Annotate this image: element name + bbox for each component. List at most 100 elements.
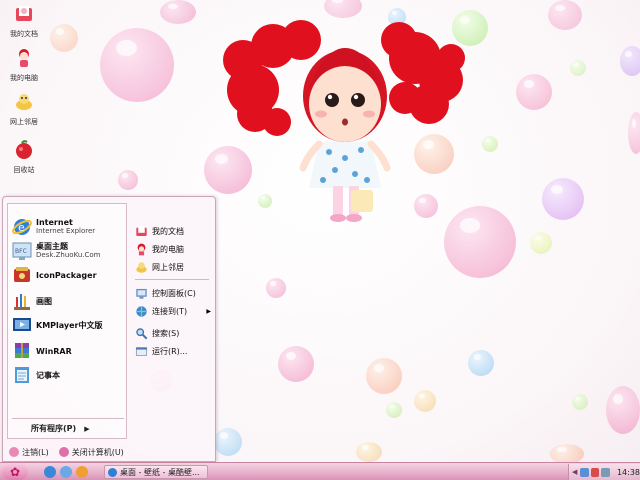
- start-menu-pinned-programs: e Internet Internet Explorer BFC 桌面主题 Desk…: [7, 203, 127, 439]
- bubble: [570, 60, 586, 76]
- desktop-icon-my-documents[interactable]: 我的文档: [2, 4, 46, 39]
- shutdown-label: 关闭计算机(U): [71, 447, 124, 457]
- divider: [135, 279, 209, 280]
- security-tray-icon[interactable]: [590, 467, 600, 477]
- desktop-icon-label: 网上邻居: [10, 118, 38, 126]
- arrow-right-icon: ▶: [206, 307, 211, 315]
- doll-illustration: [223, 20, 465, 222]
- logoff-icon: [9, 447, 19, 457]
- clock[interactable]: 14:38: [617, 468, 640, 477]
- desktop-theme-icon: BFC: [12, 242, 32, 260]
- menu-item-my-documents[interactable]: 我的文档: [135, 223, 213, 239]
- bubble: [628, 112, 640, 154]
- system-tray: ◀ 14:38: [568, 464, 640, 480]
- bubble: [414, 390, 436, 412]
- menu-item-network-places[interactable]: 网上邻居: [135, 259, 213, 275]
- media-player-icon[interactable]: [76, 466, 88, 478]
- logoff-label: 注销(L): [22, 447, 49, 457]
- start-menu-places: 我的文档 我的电脑 网上邻居 控制面板(C) 连接到(T) ▶ 搜索(S) 运行…: [131, 203, 213, 439]
- menu-item-label: 我的文档: [152, 226, 184, 236]
- search-icon: [136, 327, 148, 339]
- menu-item-title: 画图: [36, 296, 52, 306]
- bubble: [482, 136, 498, 152]
- bubble: [620, 46, 640, 76]
- notepad-icon: [15, 367, 29, 383]
- menu-item-subtitle: Internet Explorer: [36, 227, 96, 235]
- start-button[interactable]: ✿: [2, 464, 28, 480]
- volume-tray-icon[interactable]: [601, 467, 610, 477]
- internet-explorer-icon[interactable]: [44, 466, 56, 478]
- menu-item-control-panel[interactable]: 控制面板(C): [135, 285, 213, 301]
- bubble: [548, 0, 582, 30]
- bubble: [516, 74, 552, 110]
- menu-item-title: Internet: [36, 218, 73, 227]
- network-places-icon: [16, 94, 32, 110]
- power-icon: [58, 447, 69, 457]
- bubble: [100, 28, 174, 102]
- my-documents-icon: [136, 225, 147, 236]
- my-documents-icon: [16, 6, 32, 21]
- logoff-button[interactable]: 注销(L): [9, 447, 49, 458]
- bubble: [160, 0, 196, 24]
- menu-item-winrar[interactable]: WinRAR: [12, 340, 72, 362]
- recycle-bin-icon: [16, 140, 32, 159]
- menu-item-label: 搜索(S): [152, 328, 180, 338]
- taskbar: ✿ 桌面 - 壁纸 - 桌酷壁... ◀ 14:38: [0, 462, 640, 480]
- menu-item-title: IconPackager: [36, 270, 97, 280]
- bubble: [572, 394, 588, 410]
- bubble: [324, 0, 362, 18]
- all-programs-button[interactable]: 所有程序(P) ▶: [31, 423, 90, 434]
- bubble: [50, 24, 78, 52]
- internet-explorer-icon: [108, 467, 117, 477]
- menu-item-notepad[interactable]: 记事本: [12, 364, 60, 386]
- bubble: [278, 346, 314, 382]
- shutdown-button[interactable]: 关闭计算机(U): [58, 447, 124, 458]
- menu-item-iconpackager[interactable]: IconPackager: [12, 264, 97, 286]
- bubble: [356, 442, 382, 462]
- menu-item-search[interactable]: 搜索(S): [135, 325, 213, 341]
- desktop-icon-network-places[interactable]: 网上邻居: [2, 92, 46, 127]
- svg-text:BFC: BFC: [15, 248, 27, 255]
- network-tray-icon[interactable]: [580, 467, 589, 477]
- my-computer-icon: [19, 49, 29, 67]
- menu-item-title: 记事本: [36, 370, 60, 380]
- desktop-icon-recycle-bin[interactable]: 回收站: [2, 140, 46, 175]
- chevron-left-icon[interactable]: ◀: [572, 468, 577, 476]
- menu-item-title: KMPlayer中文版: [36, 320, 103, 330]
- bubble: [468, 350, 494, 376]
- connect-to-icon: [136, 305, 147, 317]
- my-computer-icon: [137, 243, 146, 255]
- taskbar-window-label: 桌面 - 壁纸 - 桌酷壁...: [120, 467, 200, 477]
- arrow-right-icon: ▶: [84, 424, 90, 433]
- menu-item-kmplayer[interactable]: KMPlayer中文版: [12, 314, 103, 336]
- start-menu: e Internet Internet Explorer BFC 桌面主题 Desk…: [2, 196, 216, 462]
- menu-item-internet-explorer[interactable]: e Internet Internet Explorer: [12, 216, 95, 238]
- taskbar-window-button[interactable]: 桌面 - 壁纸 - 桌酷壁...: [104, 465, 208, 479]
- divider: [12, 418, 124, 419]
- flower-icon: ✿: [9, 465, 21, 479]
- bubble: [606, 386, 640, 434]
- desktop-icon-my-computer[interactable]: 我的电脑: [2, 48, 46, 83]
- internet-explorer-icon: e: [12, 219, 32, 235]
- desktop-icon-label: 我的电脑: [10, 74, 38, 82]
- menu-item-paint[interactable]: 画图: [12, 290, 52, 312]
- paint-icon: [14, 294, 30, 310]
- bubble: [118, 170, 138, 190]
- menu-item-label: 我的电脑: [152, 244, 184, 254]
- menu-item-connect-to[interactable]: 连接到(T) ▶: [135, 303, 213, 319]
- menu-item-label: 网上邻居: [152, 262, 184, 272]
- iconpackager-icon: [14, 267, 30, 282]
- menu-item-run[interactable]: 运行(R)...: [135, 343, 213, 359]
- all-programs-label: 所有程序(P): [31, 424, 77, 433]
- menu-item-my-computer[interactable]: 我的电脑: [135, 241, 213, 257]
- menu-item-label: 运行(R)...: [152, 346, 188, 356]
- bubble: [366, 358, 402, 394]
- run-icon: [135, 346, 148, 356]
- control-panel-icon: [136, 288, 147, 299]
- start-menu-bottom-bar: 注销(L) 关闭计算机(U): [3, 443, 215, 461]
- menu-item-desktop-theme[interactable]: BFC 桌面主题 Desk.ZhuoKu.Com: [12, 240, 100, 262]
- menu-item-label: 连接到(T): [152, 306, 188, 316]
- menu-item-title: 桌面主题: [36, 242, 68, 251]
- menu-item-label: 控制面板(C): [152, 288, 196, 298]
- desktop-icon[interactable]: [60, 466, 72, 478]
